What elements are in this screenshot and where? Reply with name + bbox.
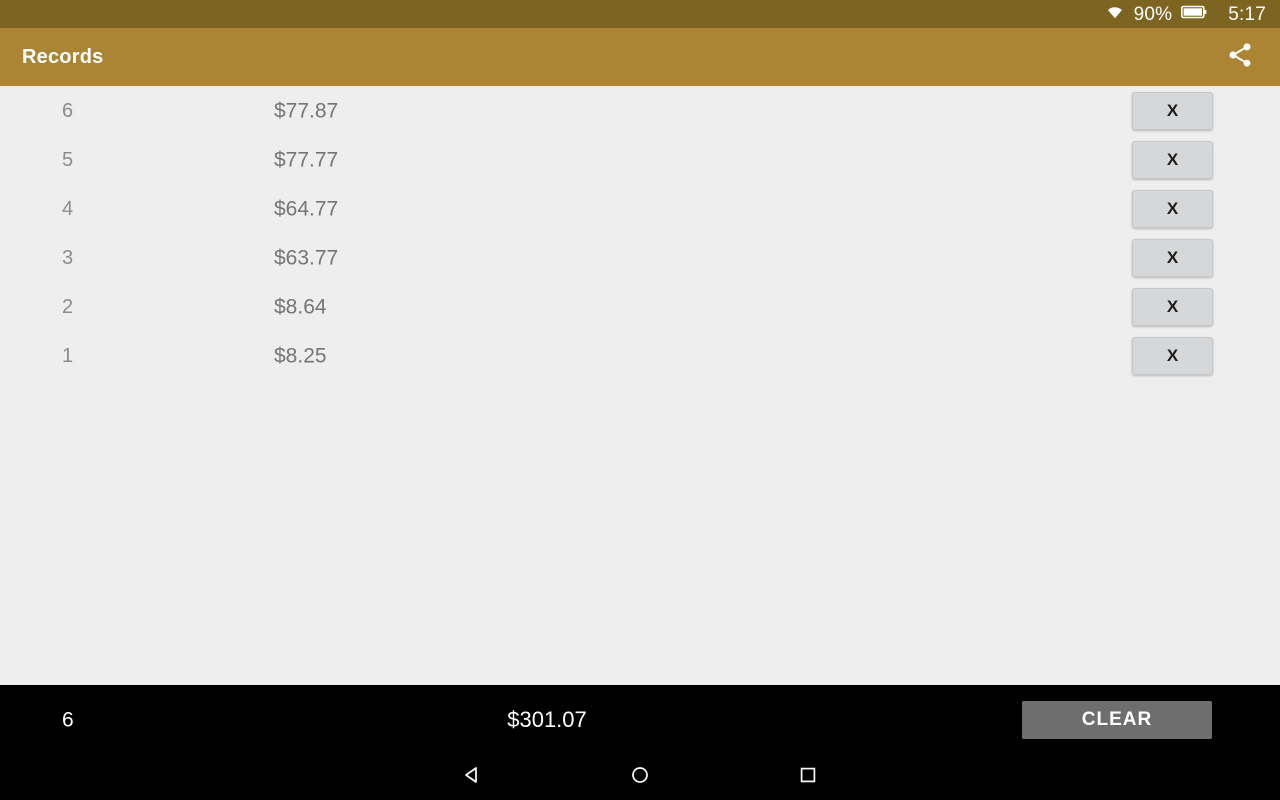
record-amount: $8.25 — [274, 344, 327, 367]
total-amount-label: $301.07 — [507, 707, 587, 732]
android-screen: 90% 5:17 Records 6 $77.87 X 5 $77.77 X 4… — [0, 0, 1280, 800]
status-bar-clock: 5:17 — [1228, 3, 1266, 25]
nav-back-button[interactable] — [449, 755, 495, 800]
table-row[interactable]: 4 $64.77 X — [0, 184, 1280, 233]
record-amount: $8.64 — [274, 295, 327, 318]
status-bar-right: 90% 5:17 — [1105, 4, 1266, 25]
delete-record-button[interactable]: X — [1132, 336, 1213, 375]
android-nav-bar — [0, 755, 1280, 800]
nav-recents-button[interactable] — [785, 755, 831, 800]
delete-record-button[interactable]: X — [1132, 189, 1213, 228]
record-amount: $64.77 — [274, 197, 339, 220]
delete-record-button[interactable]: X — [1132, 238, 1213, 277]
nav-home-button[interactable] — [617, 755, 663, 800]
record-index: 6 — [62, 99, 74, 122]
delete-record-button[interactable]: X — [1132, 287, 1213, 326]
table-row[interactable]: 1 $8.25 X — [0, 331, 1280, 380]
recents-square-icon — [798, 765, 818, 790]
record-index: 1 — [62, 344, 74, 367]
summary-bar: 6 $301.07 CLEAR — [0, 685, 1280, 755]
battery-icon — [1181, 5, 1207, 24]
app-bar: Records — [0, 28, 1280, 86]
share-icon — [1226, 41, 1254, 74]
record-amount: $77.77 — [274, 148, 339, 171]
page-title: Records — [22, 45, 104, 68]
table-row[interactable]: 5 $77.77 X — [0, 135, 1280, 184]
delete-record-button[interactable]: X — [1132, 91, 1213, 130]
wifi-icon — [1105, 4, 1125, 25]
battery-percent-label: 90% — [1133, 3, 1173, 25]
table-row[interactable]: 3 $63.77 X — [0, 233, 1280, 282]
record-index: 4 — [62, 197, 74, 220]
back-triangle-icon — [462, 765, 482, 790]
record-index: 5 — [62, 148, 74, 171]
table-row[interactable]: 6 $77.87 X — [0, 86, 1280, 135]
share-button[interactable] — [1220, 37, 1260, 77]
clear-button[interactable]: CLEAR — [1022, 701, 1212, 739]
home-circle-icon — [630, 765, 650, 790]
record-amount: $77.87 — [274, 99, 339, 122]
record-index: 2 — [62, 295, 74, 318]
records-list: 6 $77.87 X 5 $77.77 X 4 $64.77 X 3 $63.7… — [0, 86, 1280, 685]
table-row[interactable]: 2 $8.64 X — [0, 282, 1280, 331]
record-index: 3 — [62, 246, 74, 269]
status-bar: 90% 5:17 — [0, 0, 1280, 28]
record-amount: $63.77 — [274, 246, 339, 269]
delete-record-button[interactable]: X — [1132, 140, 1213, 179]
